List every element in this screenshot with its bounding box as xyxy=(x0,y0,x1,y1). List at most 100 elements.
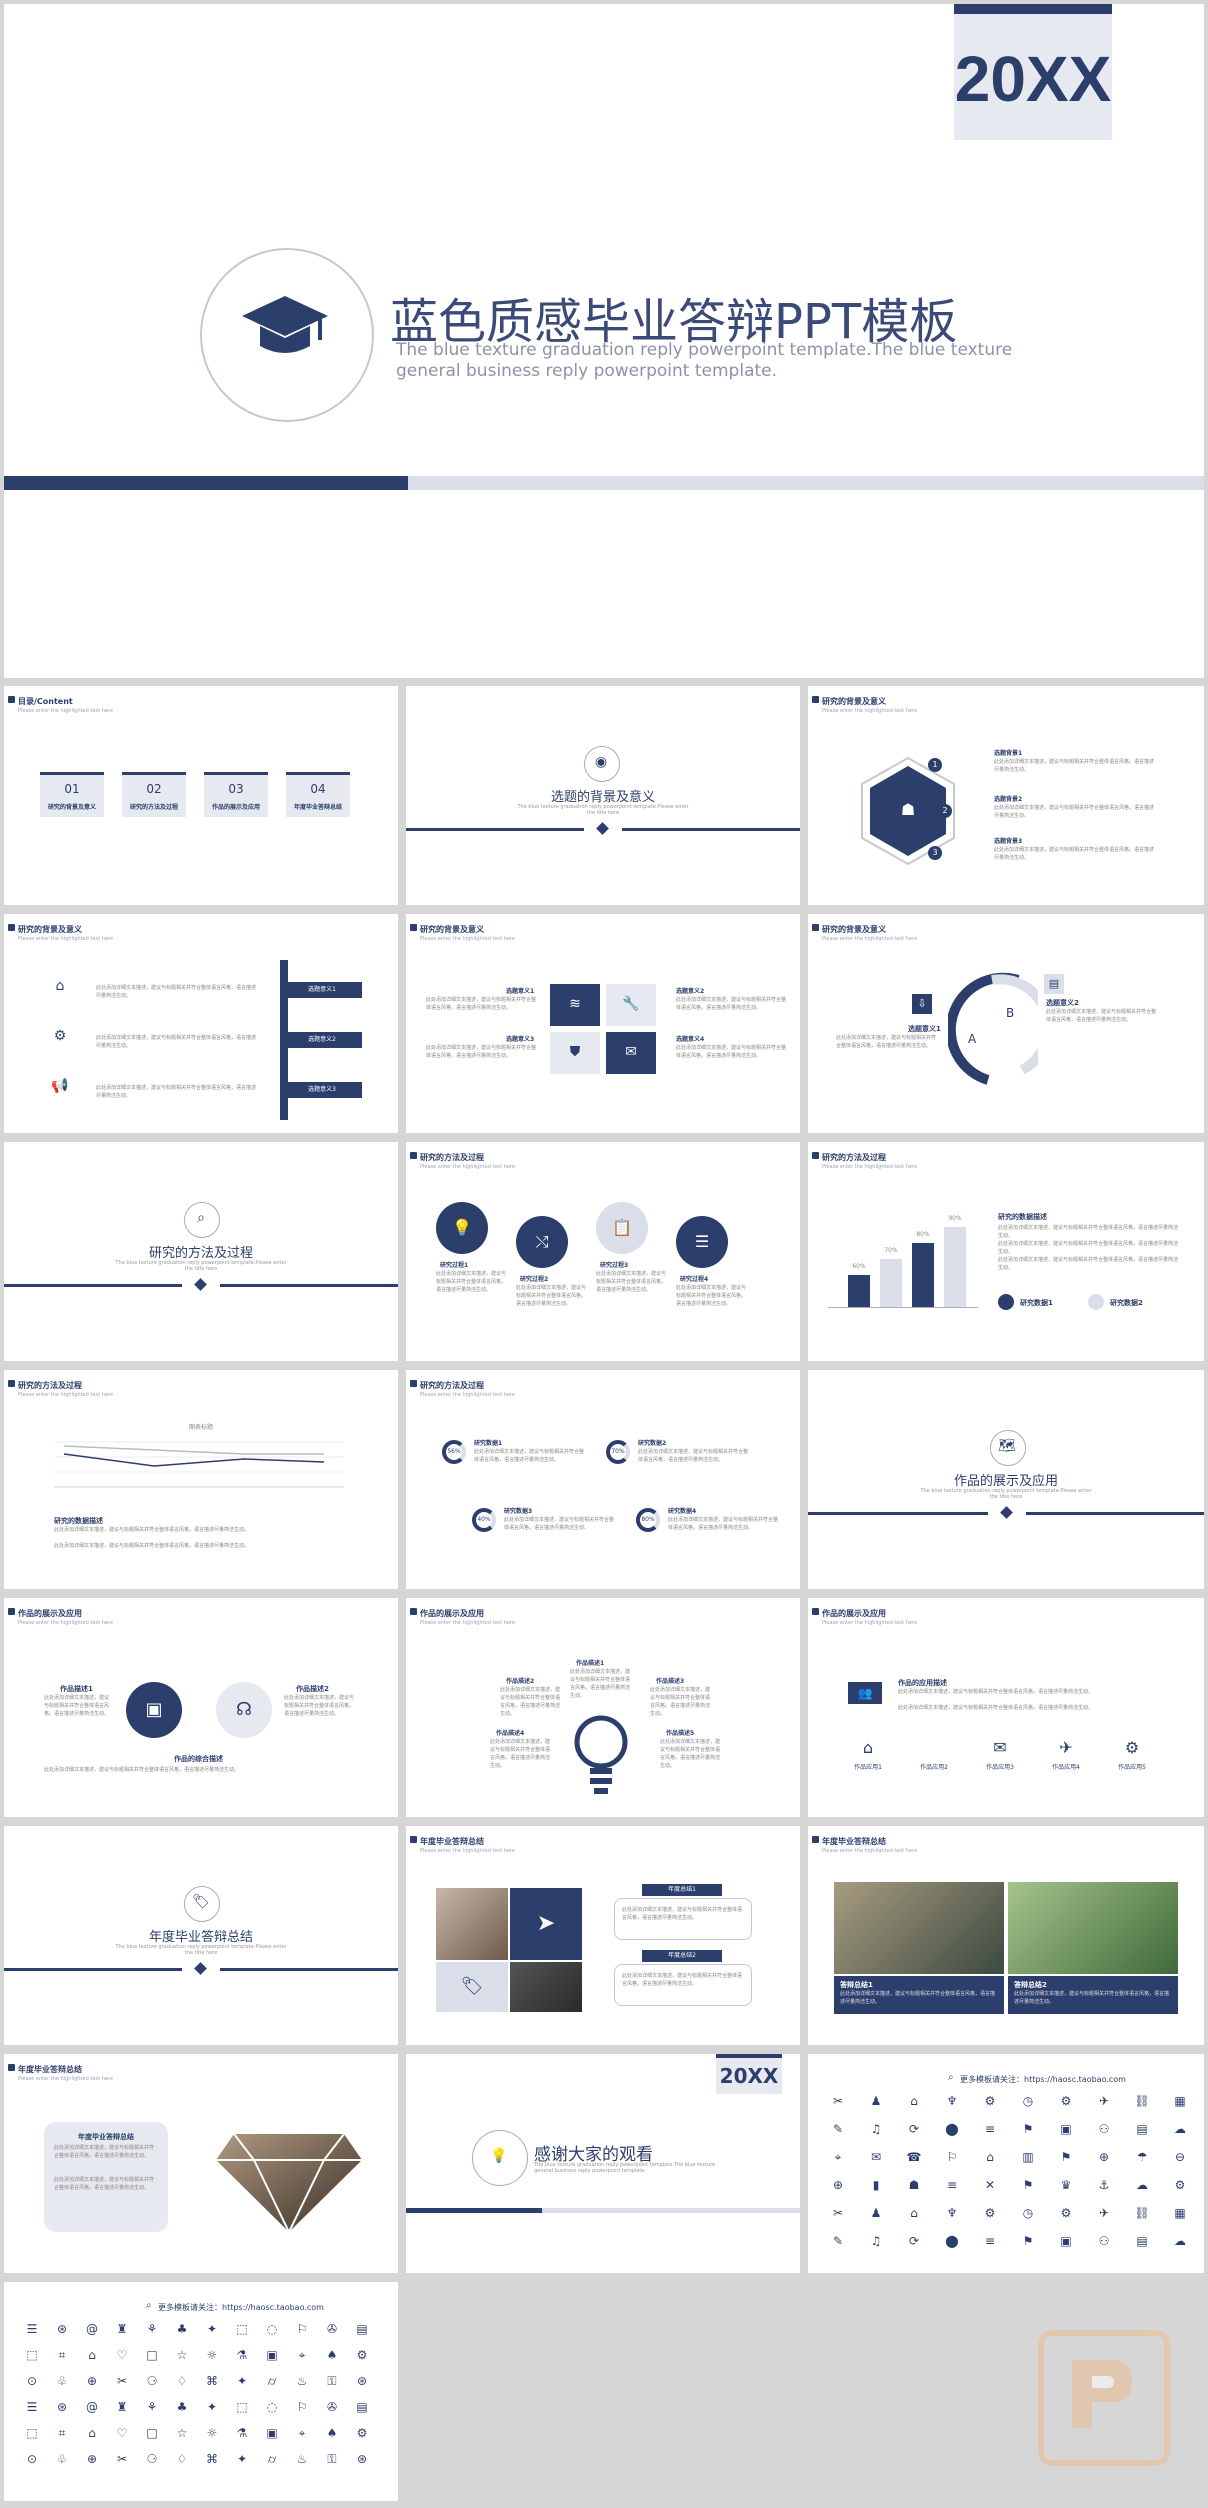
icon-glyph: ✂ xyxy=(116,2374,128,2388)
icon-glyph: ▤ xyxy=(1136,2122,1148,2136)
tag-icon: 🏷 xyxy=(192,1894,210,1910)
works-bulb-slide: 作品的展示及应用 Please enter the highlighted te… xyxy=(406,1598,800,1817)
icon-glyph: ☁ xyxy=(1174,2234,1186,2248)
search-icon: ⌕ xyxy=(197,1210,205,1226)
icon-glyph: ♡ xyxy=(116,2348,128,2362)
icons-slide-2: ⌕ 更多模板请关注：https://haosc.taobao.com ☰ ⊛ @ ♜ ⚘… xyxy=(4,2282,398,2501)
bg-ab-slide: 研究的背景及意义 Please enter the highlighted te… xyxy=(808,914,1204,1133)
icon-glyph: □ xyxy=(146,2426,158,2440)
work-icon-label: 作品应用4 xyxy=(1052,1764,1080,1771)
bulb-item-text: 此处添加详细文本描述，建议与标题相关并符合整体语言风格，语言描述尽量简洁生动。 xyxy=(500,1687,561,1717)
icon-glyph: ⚇ xyxy=(1098,2234,1110,2248)
icon-glyph: ⚙ xyxy=(1060,2206,1072,2220)
bulb-item-title: 作品描述5 xyxy=(666,1730,695,1737)
line-chart-slide: 研究的方法及过程 Please enter the highlighted te… xyxy=(4,1370,398,1589)
wrench-icon: 🔧 xyxy=(622,996,640,1012)
icon-glyph: ☂ xyxy=(1136,2150,1148,2164)
bar-label: 70% xyxy=(884,1247,898,1254)
headphones-icon: ☊ xyxy=(216,1682,272,1738)
toc-slide: 目录/Content Please enter the highlighted … xyxy=(4,686,398,905)
icon-glyph: ⌂ xyxy=(910,2206,918,2220)
graduation-cap-icon xyxy=(240,294,330,364)
icon-glyph: ⚗ xyxy=(236,2426,248,2440)
quad-item-title: 选题意义4 xyxy=(676,1036,705,1043)
icon-glyph: ♠ xyxy=(326,2348,338,2362)
icon-glyph: ⚗ xyxy=(236,2348,248,2362)
photo-woman xyxy=(436,1888,508,1960)
icon-glyph: ✉ xyxy=(870,2150,882,2164)
icon-glyph: ⚘ xyxy=(146,2322,158,2336)
process-text: 此处添加详细文本描述，建议与标题相关并符合整体语言风格，语言描述尽量简洁生动。 xyxy=(596,1271,667,1293)
icon-glyph: ♛ xyxy=(1060,2178,1072,2192)
icon-glyph: ⌂ xyxy=(88,2348,96,2362)
icon-glyph: ≡ xyxy=(984,2122,996,2136)
icon-glyph: ✂ xyxy=(832,2206,844,2220)
tv-icon: ▣ xyxy=(126,1682,182,1738)
tag-icon: 🏷 xyxy=(436,1962,508,2012)
donut-text: 此处添加详细文本描述，建议与标题相关并符合整体语言风格，语言描述尽量简洁生动。 xyxy=(638,1449,749,1463)
icon-glyph: ⚙ xyxy=(984,2206,996,2220)
icon-glyph: ♜ xyxy=(116,2400,128,2414)
icon-glyph: ⚑ xyxy=(1022,2178,1034,2192)
icon-glyph: ☁ xyxy=(1136,2178,1148,2192)
icon-glyph: ✈ xyxy=(1098,2206,1110,2220)
diamond-photo xyxy=(216,2133,362,2234)
icon-glyph: ☼ xyxy=(206,2426,218,2440)
quad-item-text: 此处添加详细文本描述，建议与标题相关并符合整体语言风格，语言描述尽量简洁生动。 xyxy=(426,1045,537,1059)
icon-glyph: ♢ xyxy=(176,2452,188,2466)
icon-glyph: ♢ xyxy=(176,2374,188,2388)
search-icon: ⌕ xyxy=(146,2300,152,2311)
icon-glyph: ⚇ xyxy=(1098,2122,1110,2136)
donut-slide: 研究的方法及过程 Please enter the highlighted te… xyxy=(406,1370,800,1589)
icon-glyph: ⌘ xyxy=(206,2374,218,2388)
summary-photo-slide: 年度毕业答辩总结 Please enter the highlighted te… xyxy=(808,1826,1204,2045)
bar-label: 80% xyxy=(916,1231,930,1238)
map-icon: 🗺 xyxy=(998,1438,1016,1454)
icon-glyph: ⚐ xyxy=(296,2322,308,2336)
icon-glyph: ✦ xyxy=(236,2374,248,2388)
icon-glyph: ⛓ xyxy=(1134,2206,1150,2220)
icon-glyph: ✇ xyxy=(326,2322,338,2336)
icon-glyph: ♨ xyxy=(296,2374,308,2388)
bulb-item-text: 此处添加详细文本描述，建议与标题相关并符合整体语言风格，语言描述尽量简洁生动。 xyxy=(570,1669,631,1699)
icon-glyph: ⚑ xyxy=(1022,2234,1034,2248)
icon-glyph: ⊙ xyxy=(26,2452,38,2466)
section-1-slide: ◉ 选题的背景及意义 The blue texture graduation r… xyxy=(406,686,800,905)
work-icon: ✉ xyxy=(993,1738,1007,1757)
icon-glyph: □ xyxy=(146,2348,158,2362)
icons-slide-1: ⌕ 更多模板请关注：https://haosc.taobao.com ✂ ♟ ⌂ ♆ ⚙… xyxy=(808,2054,1204,2273)
process-title: 研究过程3 xyxy=(600,1262,629,1269)
icon-glyph: ✎ xyxy=(832,2234,844,2248)
donut-text: 此处添加详细文本描述，建议与标题相关并符合整体语言风格，语言描述尽量简洁生动。 xyxy=(474,1449,585,1463)
photo-forest xyxy=(1008,1882,1178,1974)
icon-glyph: ♡ xyxy=(116,2426,128,2440)
icon-glyph: ♧ xyxy=(56,2452,68,2466)
icon-glyph: ≡ xyxy=(946,2178,958,2192)
icon-glyph: ✦ xyxy=(236,2452,248,2466)
section-title: 选题的背景及意义 xyxy=(550,790,655,805)
process-text: 此处添加详细文本描述，建议与标题相关并符合整体语言风格，语言描述尽量简洁生动。 xyxy=(516,1285,587,1307)
megaphone-icon: 📢 xyxy=(51,1078,69,1094)
icon-glyph: ♟ xyxy=(870,2206,882,2220)
icon-glyph: ▮ xyxy=(872,2178,880,2192)
donut-title: 研究数据1 xyxy=(474,1440,503,1447)
work-icon-label: 作品应用3 xyxy=(986,1764,1014,1771)
toc-label: 年度毕业答辩总结 xyxy=(293,804,342,811)
cover-slide: 20XX 蓝色质感毕业答辩PPT模板 The blue texture grad… xyxy=(4,4,1204,678)
bar xyxy=(848,1275,870,1307)
cover-bar-light xyxy=(408,476,1204,490)
lightbulb-icon: 💡 xyxy=(490,2148,508,2164)
icon-glyph: ✂ xyxy=(832,2094,844,2108)
toc-num: 03 xyxy=(228,782,244,796)
icon-glyph: ✦ xyxy=(206,2322,218,2336)
hex-item-text: 此处添加详细文本描述，建议与标题相关并符合整体语言风格，语言描述尽量简洁生动。 xyxy=(994,805,1155,819)
process-title: 研究过程2 xyxy=(520,1276,549,1283)
cover-bar-dark xyxy=(4,476,408,490)
work-icon: ⌂ xyxy=(862,1738,874,1757)
icon-glyph: ✇ xyxy=(326,2400,338,2414)
icon-glyph: ⚆ xyxy=(146,2452,158,2466)
work-icon: ⚙ xyxy=(1124,1738,1140,1757)
donut: 40% xyxy=(472,1508,496,1532)
toc-label: 研究的背景及意义 xyxy=(47,804,96,811)
step-number: 2 xyxy=(938,804,952,818)
